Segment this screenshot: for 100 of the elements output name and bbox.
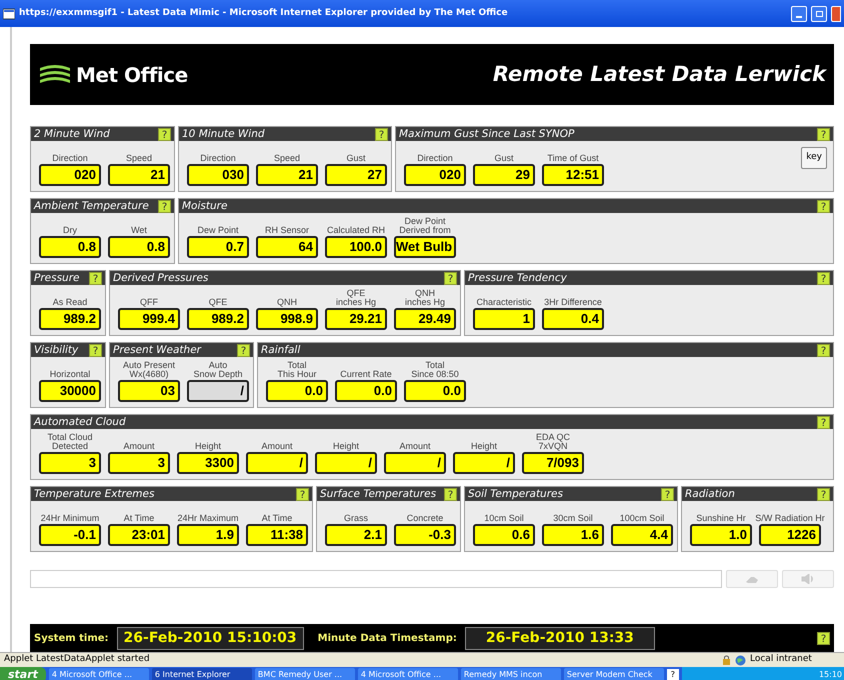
field-label: Height xyxy=(470,442,497,451)
value-display: 0.0 xyxy=(335,380,397,402)
window-title: https://exxmmsgif1 - Latest Data Mimic - Microsoft Internet Explorer provided by The Met Office xyxy=(19,6,509,20)
timestamp-label: Minute Data Timestamp: xyxy=(318,632,457,646)
value-display: 0.8 xyxy=(39,236,101,258)
value-display: 989.2 xyxy=(39,308,101,330)
value-display: 100.0 xyxy=(325,236,387,258)
help-button[interactable]: ? xyxy=(817,344,830,356)
help-button[interactable]: ? xyxy=(817,272,830,284)
field-label: Speed xyxy=(274,154,300,163)
value-display: 1.9 xyxy=(177,524,239,546)
help-button[interactable]: ? xyxy=(89,272,102,284)
field-label: Total Cloud Detected xyxy=(47,433,93,451)
value-display: 020 xyxy=(404,164,466,186)
value-display: 989.2 xyxy=(187,308,249,330)
system-time-display: 26-Feb-2010 15:10:03 xyxy=(116,626,304,650)
value-display: 030 xyxy=(187,164,249,186)
value-display: 1226 xyxy=(759,524,821,546)
field-label: Direction xyxy=(417,154,453,163)
taskbar-item[interactable]: 4 Microsoft Office ... xyxy=(358,668,458,680)
taskbar-item[interactable]: 6 Internet Explorer xyxy=(152,668,252,680)
help-button[interactable]: ? xyxy=(375,128,388,140)
help-button[interactable]: ? xyxy=(444,272,457,284)
value-display: 0.6 xyxy=(473,524,535,546)
field-label: 100cm Soil xyxy=(620,514,664,523)
help-button[interactable]: ? xyxy=(817,128,830,140)
value-display: 1.6 xyxy=(542,524,604,546)
restore-button[interactable] xyxy=(811,6,827,22)
help-button[interactable]: ? xyxy=(817,632,830,644)
field-label: Current Rate xyxy=(340,370,392,379)
field-label: Sunshine Hr xyxy=(696,514,746,523)
help-button[interactable]: ? xyxy=(158,200,171,212)
value-display: -0.1 xyxy=(39,524,101,546)
taskbar-item[interactable]: Server Modem Check xyxy=(564,668,664,680)
value-display: 0.0 xyxy=(404,380,466,402)
help-button[interactable]: ? xyxy=(666,669,679,680)
help-button[interactable]: ? xyxy=(817,488,830,500)
panel-title: Moisture xyxy=(182,199,228,213)
taskbar-item[interactable]: 4 Microsoft Office ... xyxy=(48,668,149,680)
help-button[interactable]: ? xyxy=(237,344,250,356)
value-display: / xyxy=(384,452,446,474)
start-button[interactable]: start xyxy=(0,667,46,680)
value-display: 0.7 xyxy=(187,236,249,258)
panel-title: Soil Temperatures xyxy=(468,487,563,501)
field-label: QFF xyxy=(140,298,158,307)
field-label: Wet xyxy=(131,226,147,235)
help-button[interactable]: ? xyxy=(661,488,674,500)
field-label: Auto Snow Depth xyxy=(193,361,243,379)
value-display: 0.8 xyxy=(108,236,170,258)
panel-title: Temperature Extremes xyxy=(34,487,154,501)
value-display: 4.4 xyxy=(611,524,673,546)
field-label: Grass xyxy=(344,514,368,523)
value-display: 7/093 xyxy=(522,452,584,474)
value-display: 23:01 xyxy=(108,524,170,546)
value-display: 03 xyxy=(118,380,180,402)
field-label: 10cm Soil xyxy=(484,514,524,523)
value-display: 30000 xyxy=(39,380,101,402)
help-button[interactable]: ? xyxy=(89,344,102,356)
field-label: Total Since 08:50 xyxy=(411,361,459,379)
value-display: 29.21 xyxy=(325,308,387,330)
field-label: Auto Present Wx(4680) xyxy=(122,361,176,379)
field-label: At Time xyxy=(124,514,154,523)
minimize-button[interactable] xyxy=(791,6,807,22)
value-display: 998.9 xyxy=(256,308,318,330)
help-button[interactable]: ? xyxy=(296,488,309,500)
taskbar-item[interactable]: Remedy MMS incon xyxy=(460,668,561,680)
field-label: RH Sensor xyxy=(264,226,309,235)
field-label: 30cm Soil xyxy=(553,514,593,523)
help-button[interactable]: ? xyxy=(444,488,457,500)
logo-text: Met Office xyxy=(76,62,188,88)
value-display: -0.3 xyxy=(394,524,456,546)
field-label: Amount xyxy=(261,442,293,451)
key-button[interactable]: key xyxy=(801,147,827,168)
system-time-label: System time: xyxy=(34,632,109,646)
taskbar-item[interactable]: BMC Remedy User ... xyxy=(254,668,355,680)
help-button[interactable]: ? xyxy=(158,128,171,140)
value-display: / xyxy=(453,452,515,474)
value-display: 11:38 xyxy=(246,524,308,546)
value-display: 3 xyxy=(108,452,170,474)
help-button[interactable]: ? xyxy=(817,200,830,212)
value-display: 020 xyxy=(39,164,101,186)
field-label: As Read xyxy=(52,298,88,307)
value-display: Wet Bulb xyxy=(394,236,456,258)
field-label: Total This Hour xyxy=(277,361,316,379)
help-button[interactable]: ? xyxy=(817,416,830,428)
panel-title: Maximum Gust Since Last SYNOP xyxy=(399,127,574,141)
field-label: Dew Point xyxy=(197,226,239,235)
page-title: Remote Latest Data Lerwick xyxy=(492,60,826,88)
field-label: Direction xyxy=(200,154,236,163)
value-display: 29 xyxy=(473,164,535,186)
globe-icon xyxy=(735,654,746,666)
field-label: Height xyxy=(194,442,221,451)
field-label: Time of Gust xyxy=(547,154,599,163)
field-label: Characteristic xyxy=(476,298,532,307)
close-button[interactable] xyxy=(831,6,841,22)
timestamp-display: 26-Feb-2010 13:33 xyxy=(464,626,655,650)
applet-status-text: Applet LatestDataApplet started xyxy=(4,653,151,666)
field-label: QNH inches Hg xyxy=(404,289,446,307)
value-display: 21 xyxy=(256,164,318,186)
value-display: 1.0 xyxy=(690,524,752,546)
